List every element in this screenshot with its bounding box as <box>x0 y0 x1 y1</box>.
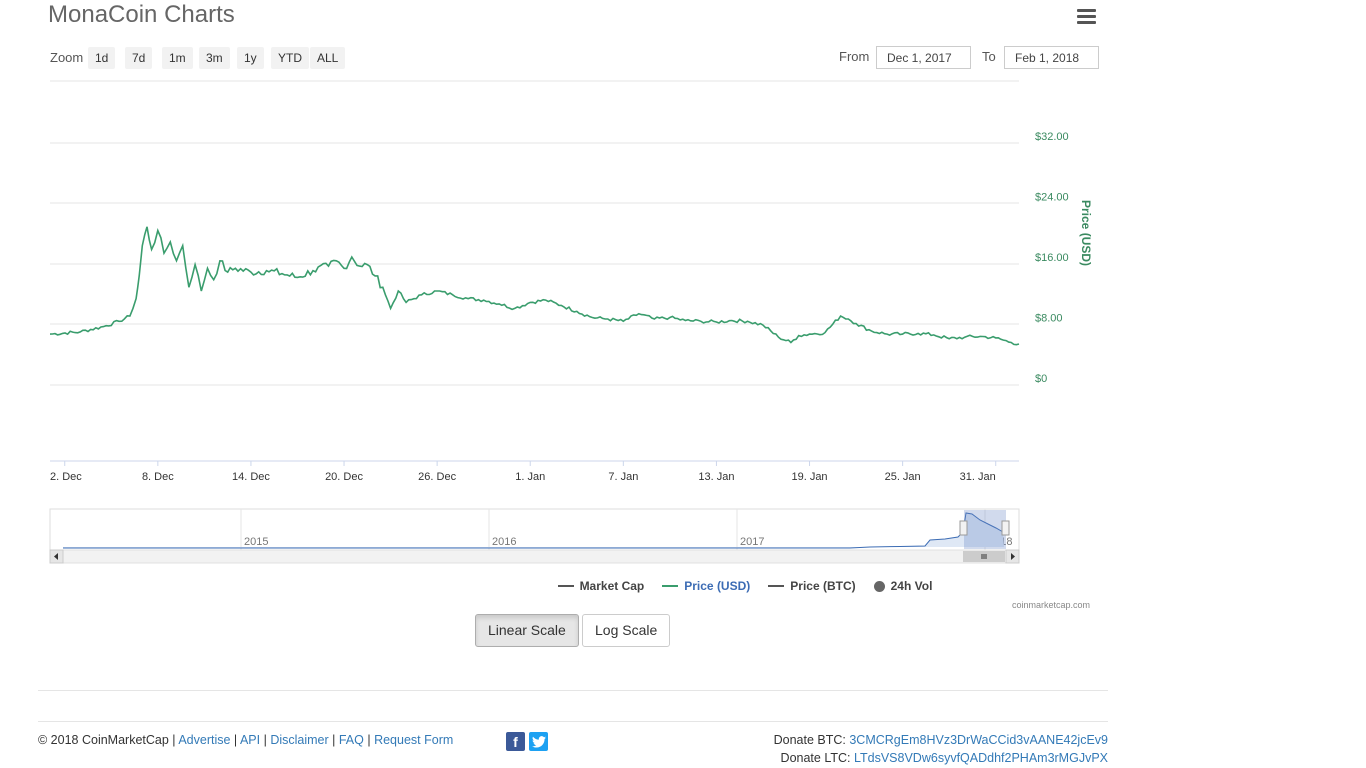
footer-links: © 2018 CoinMarketCap | Advertise | API |… <box>38 733 454 747</box>
log-scale-button[interactable]: Log Scale <box>582 614 671 647</box>
divider <box>38 690 1108 691</box>
x-axis: 2. Dec 8. Dec 14. Dec 20. Dec 26. Dec 1. Jan 7… <box>50 460 1019 483</box>
advertise-link[interactable]: Advertise <box>178 733 230 747</box>
legend-label: Price (USD) <box>684 579 751 593</box>
donate-ltc-address[interactable]: LTdsVS8VDw6syvfQADdhf2PHAm3rMGJvPX <box>854 751 1108 765</box>
legend-dot-icon <box>873 580 885 592</box>
y-axis-title: Price (USD) <box>1079 200 1093 266</box>
chart-credit[interactable]: coinmarketcap.com <box>1012 600 1090 610</box>
x-tick-label: 13. Jan <box>698 471 734 483</box>
legend-line-icon <box>557 585 574 587</box>
x-tick-label: 8. Dec <box>142 471 174 483</box>
navigator-year-label: 2015 <box>244 536 268 548</box>
legend-price-btc[interactable]: Price (BTC) <box>768 579 856 593</box>
price-usd-series-line <box>49 226 1020 346</box>
x-tick-label: 1. Jan <box>515 471 545 483</box>
navigator-right-handle[interactable] <box>1001 520 1010 536</box>
facebook-icon[interactable]: f <box>506 732 525 751</box>
copyright: © 2018 CoinMarketCap <box>38 733 169 747</box>
y-tick-label: $0 <box>1035 373 1047 385</box>
legend-24h-vol[interactable]: 24h Vol <box>873 579 933 593</box>
y-tick-label: $24.00 <box>1035 192 1069 204</box>
y-axis-ticks: $0 $8.00 $16.00 $24.00 $32.00 <box>1035 131 1069 385</box>
legend-label: Price (BTC) <box>790 579 856 593</box>
grid-lines <box>50 80 1019 386</box>
navigator-left-handle[interactable] <box>959 520 968 536</box>
legend-price-usd[interactable]: Price (USD) <box>662 579 750 593</box>
donate-ltc-label: Donate LTC: <box>780 751 851 765</box>
navigator-selection[interactable] <box>964 510 1006 549</box>
x-tick-label: 19. Jan <box>791 471 827 483</box>
x-tick-label: 14. Dec <box>232 471 270 483</box>
y-tick-label: $32.00 <box>1035 131 1069 143</box>
legend-line-icon <box>662 585 679 587</box>
request-form-link[interactable]: Request Form <box>374 733 453 747</box>
x-tick-label: 2. Dec <box>50 471 82 483</box>
x-tick-label: 31. Jan <box>960 471 996 483</box>
donate-btc-address[interactable]: 3CMCRgEm8HVz3DrWaCCid3vAANE42jcEv9 <box>849 733 1108 747</box>
legend-line-icon <box>768 585 785 587</box>
donate-btc: Donate BTC: 3CMCRgEm8HVz3DrWaCCid3vAANE4… <box>774 733 1108 747</box>
donate-ltc: Donate LTC: LTdsVS8VDw6syvfQADdhf2PHAm3r… <box>781 751 1108 765</box>
navigator-year-label: 2016 <box>492 536 516 548</box>
y-tick-label: $8.00 <box>1035 313 1063 325</box>
faq-link[interactable]: FAQ <box>339 733 364 747</box>
linear-scale-button[interactable]: Linear Scale <box>475 614 579 647</box>
navigator: 2015201620172018 <box>49 508 1020 564</box>
social-links: f <box>506 732 548 751</box>
chart-legend: Market Cap Price (USD) Price (BTC) 24h V… <box>0 579 1150 593</box>
api-link[interactable]: API <box>240 733 260 747</box>
legend-label: Market Cap <box>579 579 645 593</box>
divider <box>38 721 1108 722</box>
legend-market-cap[interactable]: Market Cap <box>557 579 645 593</box>
y-tick-label: $16.00 <box>1035 252 1069 264</box>
price-chart[interactable]: $0 $8.00 $16.00 $24.00 $32.00 Price (USD) 2.… <box>0 0 1366 570</box>
disclaimer-link[interactable]: Disclaimer <box>270 733 328 747</box>
x-tick-label: 7. Jan <box>608 471 638 483</box>
twitter-icon[interactable] <box>529 732 548 751</box>
legend-label: 24h Vol <box>890 579 933 593</box>
navigator-scrollbar[interactable] <box>49 549 1020 564</box>
donate-btc-label: Donate BTC: <box>773 733 846 747</box>
x-tick-label: 20. Dec <box>325 471 363 483</box>
x-tick-label: 25. Jan <box>885 471 921 483</box>
navigator-frame <box>49 508 1020 551</box>
navigator-year-label: 2017 <box>740 536 764 548</box>
x-tick-label: 26. Dec <box>418 471 456 483</box>
